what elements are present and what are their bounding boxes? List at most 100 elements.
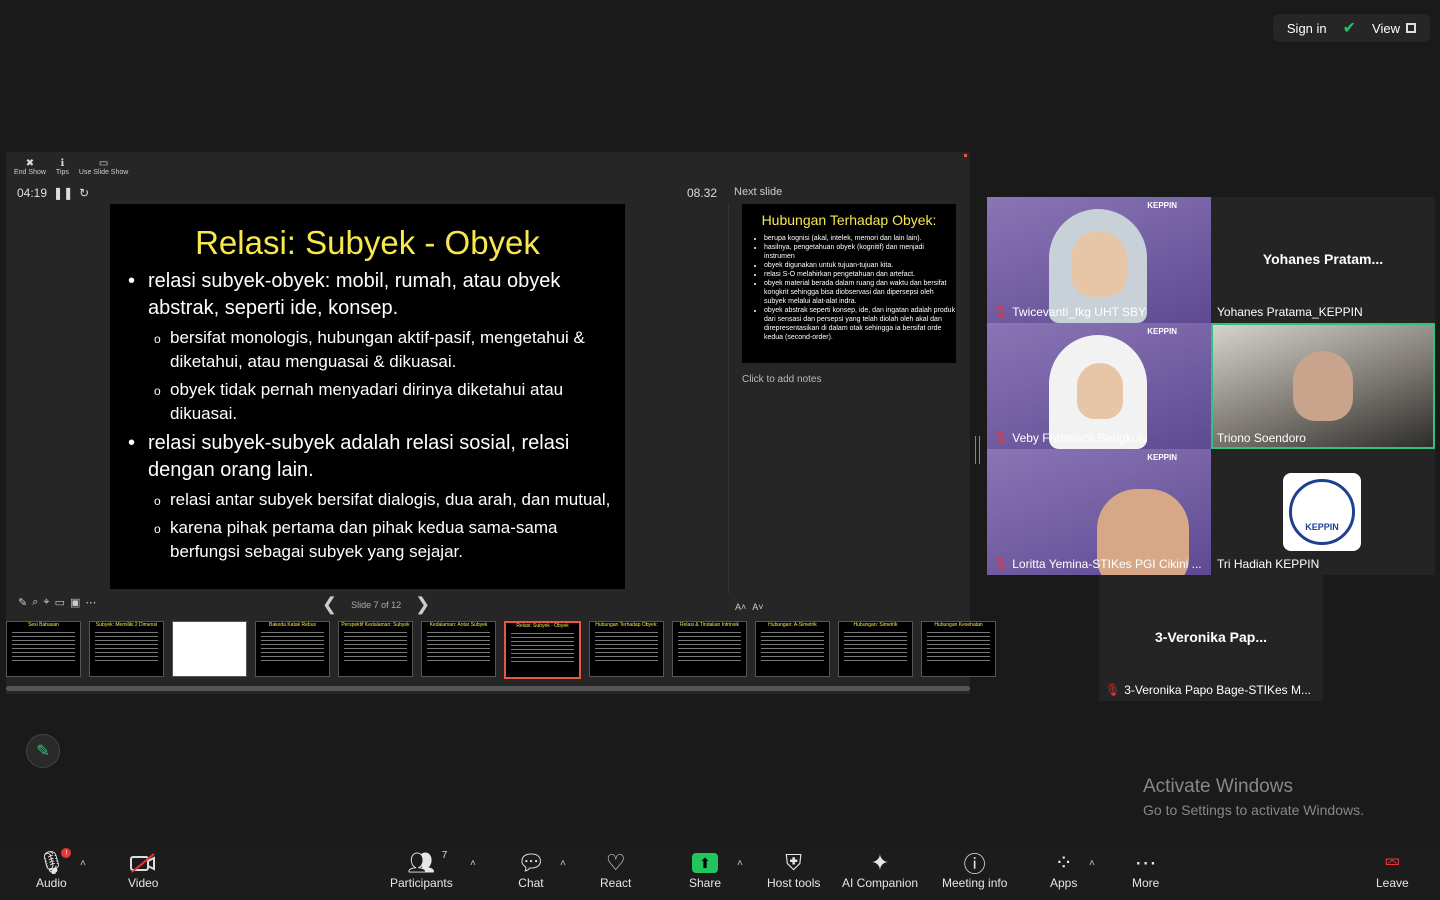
audio-button[interactable]: 🎙︎! Audio <box>36 848 72 890</box>
share-label: Share <box>689 876 722 890</box>
slide-thumbnail[interactable]: Subyek: Memiliki 2 Dimensi2 <box>89 621 164 677</box>
thumb-title: Subyek: Memiliki 2 Dimensi <box>95 622 158 628</box>
sub-bullet: obyek tidak pernah menyadari dirinya dik… <box>154 378 625 426</box>
pause-icon[interactable]: ❚❚ <box>53 186 73 200</box>
next-bullet: relasi S-O melahirkan pengetahuan dan ar… <box>764 270 956 279</box>
participant-tile-active-speaker[interactable]: Triono Soendoro <box>1211 323 1435 449</box>
thumb-lines <box>95 632 158 662</box>
react-label: React <box>600 876 632 890</box>
apps-options-caret[interactable]: ˄ <box>1089 858 1095 869</box>
progress-dot <box>964 154 967 157</box>
pointer-icon[interactable]: ⌖ <box>43 596 49 609</box>
next-bullet: hasilnya, pengetahuan obyek (kognitif) d… <box>764 243 956 261</box>
slide-bullets: relasi subyek-obyek: mobil, rumah, atau … <box>110 268 625 564</box>
ai-companion-button[interactable]: ✦ AI Companion <box>842 850 918 890</box>
participant-face <box>1077 363 1123 419</box>
participants-options-caret[interactable]: ˄ <box>470 858 476 869</box>
next-bullet: obyek abstrak seperti konsep, ide, dan i… <box>764 306 956 342</box>
participant-face <box>1293 351 1353 421</box>
apps-label: Apps <box>1050 876 1078 890</box>
participant-tile[interactable]: Yohanes Pratam... Yohanes Pratama_KEPPIN <box>1211 197 1435 323</box>
bullet: relasi subyek-obyek: mobil, rumah, atau … <box>128 268 625 322</box>
slide-thumbnail[interactable]: Sesi Bahasan1 <box>6 621 81 677</box>
bullet: relasi subyek-subyek adalah relasi sosia… <box>128 430 625 484</box>
previous-slide-icon[interactable]: ❮ <box>322 594 337 615</box>
video-button[interactable]: Video <box>128 850 158 890</box>
apps-icon: ⁘ <box>1054 850 1073 875</box>
mic-muted-icon: 🎙︎ <box>993 305 1009 319</box>
thumb-title: Hubungan: A-Simetrik <box>768 622 817 628</box>
view-button[interactable]: View <box>1372 21 1416 36</box>
view-label: View <box>1372 20 1400 36</box>
end-show-button[interactable]: ✖ End Show <box>14 158 46 176</box>
host-tools-button[interactable]: ⛨ Host tools <box>767 850 820 890</box>
thumb-lines <box>344 632 407 662</box>
chat-options-caret[interactable]: ˄ <box>560 858 566 869</box>
decrease-font-icon[interactable]: A˅ <box>752 602 763 612</box>
slide-thumbnail[interactable]: 3 <box>172 621 247 677</box>
meeting-info-button[interactable]: ⓘ Meeting info <box>942 850 1007 890</box>
increase-font-icon[interactable]: A˄ <box>735 602 746 612</box>
participant-tile[interactable]: KEPPIN 🎙︎ Twicevanti_fkg UHT SBY <box>987 197 1211 323</box>
slide-thumbnail[interactable]: Bakeda Katak Rebus4 <box>255 621 330 677</box>
participants-button[interactable]: 👥︎ 7 Participants <box>390 850 453 890</box>
participant-tile[interactable]: KEPPIN Tri Hadiah KEPPIN <box>1211 449 1435 575</box>
chat-button[interactable]: 💬︎ Chat <box>517 850 545 890</box>
restart-icon[interactable]: ↻ <box>79 186 89 200</box>
font-size-controls: A˄ A˅ <box>735 602 764 612</box>
shield-check-icon[interactable]: ✔ <box>1343 18 1356 38</box>
mic-muted-icon: 🎙︎! <box>37 848 72 876</box>
thumb-title: Relasi & Tindakan Intrinsik <box>680 622 739 628</box>
next-slide-preview[interactable]: Hubungan Terhadap Obyek: berupa kognisi … <box>742 204 956 363</box>
slide-thumbnail-active[interactable]: Relasi: Subyek - Obyek7 <box>504 621 581 679</box>
pen-icon[interactable]: ✎ <box>18 596 27 609</box>
filmstrip-scrollbar[interactable] <box>6 686 970 691</box>
slide-thumbnail[interactable]: Hubungan: Simetrik11 <box>838 621 913 677</box>
alert-badge: ! <box>61 848 72 858</box>
annotate-pencil-button[interactable]: ✎ <box>26 734 60 768</box>
more-button[interactable]: ⋯ More <box>1132 850 1159 890</box>
participant-name: Yohanes Pratama_KEPPIN <box>1217 305 1363 319</box>
mic-muted-icon: 🎙︎ <box>1105 683 1121 697</box>
apps-button[interactable]: ⁘ Apps <box>1050 850 1077 890</box>
audio-options-caret[interactable]: ˄ <box>80 858 86 869</box>
slide-thumbnail[interactable]: Hubungan: A-Simetrik10 <box>755 621 830 677</box>
panel-splitter-handle[interactable] <box>975 436 980 464</box>
more-options-icon[interactable]: ⋯ <box>85 596 96 609</box>
next-slide-icon[interactable]: ❯ <box>415 594 430 615</box>
slide-thumbnail[interactable]: Hubungan Kesehatan12 <box>921 621 996 677</box>
zoom-icon[interactable]: ⌕ <box>32 596 38 609</box>
slide-thumbnail[interactable]: Hubungan Terhadap Obyek:8 <box>589 621 664 677</box>
sign-in-button[interactable]: Sign in <box>1287 21 1327 36</box>
activate-windows-watermark: Activate Windows Go to Settings to activ… <box>1143 776 1364 818</box>
pen-tools: ✎ ⌕ ⌖ ▭ ▣ ⋯ <box>18 596 96 609</box>
subtitles-icon[interactable]: ▭ <box>55 596 65 609</box>
thumb-lines <box>678 632 741 662</box>
notes-area[interactable]: Click to add notes <box>742 374 822 385</box>
mic-muted-icon: 🎙︎ <box>993 431 1009 445</box>
participant-tile[interactable]: 3-Veronika Pap... 🎙︎ 3-Veronika Papo Bage… <box>1099 575 1323 701</box>
slide-thumbnail[interactable]: Perspektif Kedalaman: Subyek5 <box>338 621 413 677</box>
leave-button[interactable]: ⮹ Leave <box>1376 850 1409 890</box>
chat-icon: 💬︎ <box>517 850 545 875</box>
tips-button[interactable]: ℹ Tips <box>56 158 69 176</box>
react-button[interactable]: ♡ React <box>600 850 631 890</box>
thumb-lines <box>844 632 907 662</box>
thumb-lines <box>511 633 574 663</box>
slide-counter: Slide 7 of 12 <box>351 599 402 610</box>
sub-bullet: relasi antar subyek bersifat dialogis, d… <box>154 488 625 513</box>
keppin-logo: KEPPIN <box>1147 327 1177 336</box>
participant-name-bar: 🎙︎ Loritta Yemina-STIKes PGI Cikini ... <box>993 557 1202 571</box>
participant-name-bar: Triono Soendoro <box>1217 431 1306 445</box>
thumb-lines <box>427 632 490 662</box>
heart-icon: ♡ <box>605 850 626 875</box>
participant-tile[interactable]: KEPPIN 🎙︎ Loritta Yemina-STIKes PGI Cikin… <box>987 449 1211 575</box>
participant-tile[interactable]: KEPPIN 🎙︎ Veby Fransisca Bengkulu <box>987 323 1211 449</box>
thumb-title: Perspektif Kedalaman: Subyek <box>341 622 410 628</box>
share-options-caret[interactable]: ˄ <box>737 858 743 869</box>
share-button[interactable]: ⬆ Share <box>689 850 721 890</box>
use-slide-show-button[interactable]: ▭ Use Slide Show <box>79 158 128 176</box>
slide-thumbnail[interactable]: Kedalaman: Antar Subyek6 <box>421 621 496 677</box>
slide-thumbnail[interactable]: Relasi & Tindakan Intrinsik9 <box>672 621 747 677</box>
camera-icon[interactable]: ▣ <box>70 596 80 609</box>
